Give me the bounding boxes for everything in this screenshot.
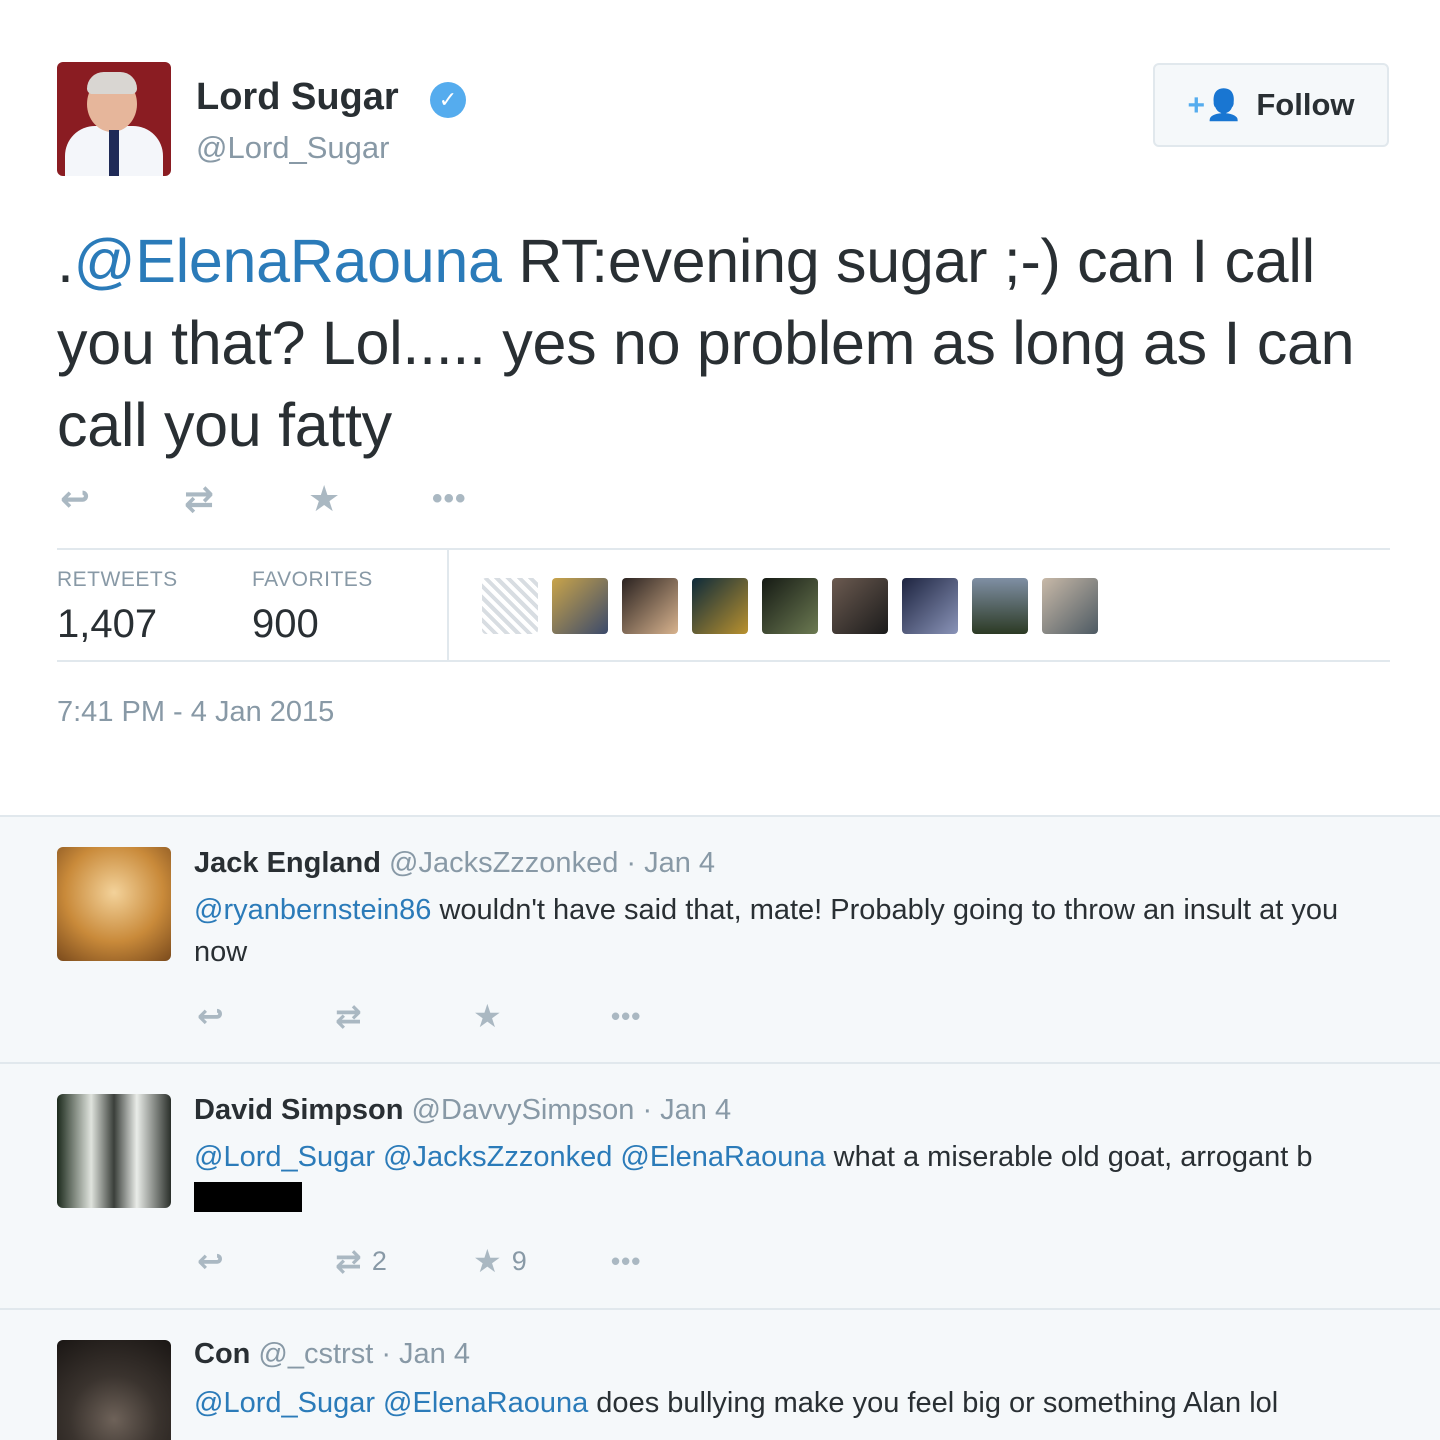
reply-header: David Simpson @DavvySimpson · Jan 4: [194, 1094, 731, 1127]
replies-list: Jack England @JacksZzzonked · Jan 4 @rya…: [0, 815, 1440, 1440]
reply-avatar[interactable]: [57, 1094, 171, 1208]
favorite-count: 9: [511, 1245, 527, 1276]
author-handle[interactable]: @Lord_Sugar: [196, 130, 389, 166]
favorites-label: FAVORITES: [252, 568, 373, 591]
verified-badge-icon: ✓: [430, 82, 466, 118]
reply-meta[interactable]: @_cstrst · Jan 4: [250, 1338, 470, 1370]
reply-mention-link[interactable]: @ryanbernstein86: [194, 894, 431, 926]
retweets-stat[interactable]: RETWEETS 1,407: [57, 568, 178, 647]
favoriter-avatar[interactable]: [902, 578, 958, 634]
favoriter-avatar[interactable]: [832, 578, 888, 634]
star-icon[interactable]: ★: [473, 997, 611, 1035]
favoriter-avatar[interactable]: [622, 578, 678, 634]
favoriter-avatar[interactable]: [692, 578, 748, 634]
more-icon[interactable]: •••: [611, 1246, 749, 1277]
reply-text: @Lord_Sugar @JacksZzzonked @ElenaRaouna …: [194, 1136, 1374, 1220]
retweet-button[interactable]: ⇄ 2: [335, 1242, 473, 1280]
star-icon: ★: [473, 1243, 502, 1279]
reply-meta[interactable]: @JacksZzzonked · Jan 4: [381, 847, 715, 879]
add-user-icon: +👤: [1187, 88, 1243, 122]
retweets-count: 1,407: [57, 602, 158, 646]
tweet-actions: ↩ ⇄ ★ •••: [60, 478, 556, 520]
author-avatar[interactable]: [57, 62, 171, 176]
reply-header: Con @_cstrst · Jan 4: [194, 1338, 470, 1371]
reply-header: Jack England @JacksZzzonked · Jan 4: [194, 847, 715, 880]
reply-divider: [0, 1308, 1440, 1310]
reply-author-name[interactable]: David Simpson: [194, 1094, 404, 1126]
reply-icon[interactable]: ↩: [60, 478, 184, 520]
reply-actions: ↩ ⇄ ★ •••: [197, 997, 749, 1035]
reply-avatar[interactable]: [57, 847, 171, 961]
reply-meta[interactable]: @DavvySimpson · Jan 4: [404, 1094, 732, 1126]
more-icon[interactable]: •••: [611, 1001, 749, 1032]
retweet-count: 2: [371, 1245, 387, 1276]
tweet-timestamp[interactable]: 7:41 PM - 4 Jan 2015: [57, 696, 334, 729]
tweet-stats: RETWEETS 1,407 FAVORITES 900: [57, 548, 1390, 662]
follow-button[interactable]: +👤 Follow: [1153, 63, 1389, 147]
retweets-label: RETWEETS: [57, 568, 178, 591]
reply-mention-link[interactable]: @Lord_Sugar @ElenaRaouna: [194, 1387, 588, 1419]
reply-text-body: does bullying make you feel big or somet…: [588, 1387, 1279, 1419]
tweet-mention-link[interactable]: @ElenaRaouna: [74, 227, 502, 295]
follow-label: Follow: [1256, 87, 1355, 122]
author-name[interactable]: Lord Sugar: [196, 76, 399, 119]
reply-icon[interactable]: ↩: [197, 997, 335, 1035]
more-icon[interactable]: •••: [432, 482, 556, 516]
reply-text: @ryanbernstein86 wouldn't have said that…: [194, 889, 1374, 973]
favoriter-avatar[interactable]: [482, 578, 538, 634]
star-icon[interactable]: ★: [308, 478, 432, 520]
reply-text-body: what a miserable old goat, arrogant b: [825, 1141, 1313, 1173]
reply-author-name[interactable]: Con: [194, 1338, 250, 1370]
favoriter-avatar[interactable]: [972, 578, 1028, 634]
favorites-stat[interactable]: FAVORITES 900: [252, 568, 373, 647]
reply-divider: [0, 1062, 1440, 1064]
favorite-button[interactable]: ★ 9: [473, 1242, 611, 1280]
favoriter-avatar[interactable]: [1042, 578, 1098, 634]
favoriter-avatar[interactable]: [762, 578, 818, 634]
redaction-bar: [194, 1182, 302, 1212]
reply-actions: ↩ ⇄ 2 ★ 9 •••: [197, 1242, 749, 1280]
retweet-icon[interactable]: ⇄: [184, 478, 308, 520]
main-tweet: Lord Sugar ✓ @Lord_Sugar +👤 Follow .@Ele…: [0, 0, 1440, 815]
reply-avatar[interactable]: [57, 1340, 171, 1440]
favoriter-avatar[interactable]: [552, 578, 608, 634]
stats-divider: [447, 550, 449, 660]
favorites-count: 900: [252, 602, 319, 646]
reply-icon[interactable]: ↩: [197, 1242, 335, 1280]
tweet-text-prefix: .: [57, 227, 74, 295]
favoriter-avatars: [482, 578, 1098, 634]
reply-author-name[interactable]: Jack England: [194, 847, 381, 879]
reply-text: @Lord_Sugar @ElenaRaouna does bullying m…: [194, 1382, 1374, 1424]
tweet-text: .@ElenaRaouna RT:evening sugar ;-) can I…: [57, 220, 1397, 466]
retweet-icon: ⇄: [335, 1243, 362, 1279]
retweet-icon[interactable]: ⇄: [335, 997, 473, 1035]
reply-mention-link[interactable]: @Lord_Sugar @JacksZzzonked @ElenaRaouna: [194, 1141, 826, 1173]
